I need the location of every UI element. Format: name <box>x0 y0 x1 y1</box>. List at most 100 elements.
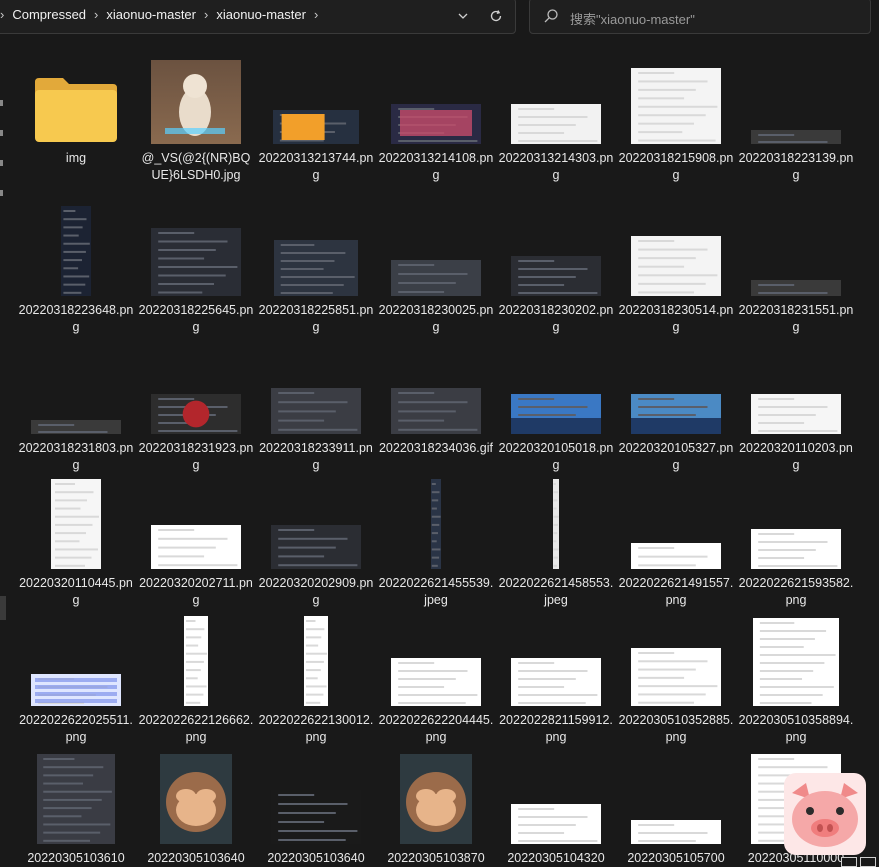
search-input[interactable]: 搜索"xiaonuo-master" <box>570 9 695 28</box>
file-item[interactable]: 20220318230202.png <box>498 202 614 342</box>
file-item[interactable]: 20220313214108.png <box>378 50 494 190</box>
file-item[interactable]: 20220305103870 <box>378 750 494 867</box>
file-item[interactable]: 20220318225645.png <box>138 202 254 342</box>
details-view-icon[interactable] <box>841 857 857 867</box>
file-item[interactable]: 20220305103610 <box>18 750 134 867</box>
file-item[interactable]: 20220318225851.png <box>258 202 374 342</box>
pig-sticker <box>784 773 866 855</box>
file-item[interactable]: 2022022621593582.png <box>738 475 854 615</box>
image-thumbnail <box>751 280 841 296</box>
file-item[interactable]: 20220318223648.png <box>18 202 134 342</box>
file-item[interactable]: 20220318231803.png <box>18 340 134 480</box>
breadcrumb-item[interactable]: xiaonuo-master <box>106 7 196 22</box>
file-item[interactable]: 20220320110203.png <box>738 340 854 480</box>
nav-pane-edge <box>0 160 4 166</box>
nav-pane-edge <box>0 190 4 196</box>
file-item[interactable]: 2022022621491557.png <box>618 475 734 615</box>
image-thumbnail <box>751 529 841 569</box>
file-item[interactable]: 20220305105700 <box>618 750 734 867</box>
file-name: 2022022621458553.jpeg <box>498 576 614 607</box>
file-name: @_VS(@2{(NR)BQUE}6LSDH0.jpg <box>141 151 251 182</box>
file-name: 20220318231803.png <box>18 441 134 472</box>
file-item[interactable]: 2022030510352885.png <box>618 612 734 752</box>
file-item[interactable]: @_VS(@2{(NR)BQUE}6LSDH0.jpg <box>138 50 254 190</box>
chevron-right-icon: › <box>204 7 209 22</box>
image-thumbnail <box>31 420 121 434</box>
file-item[interactable]: 2022022622126662.png <box>138 612 254 752</box>
file-name: 2022030510358894.png <box>738 713 854 744</box>
image-thumbnail <box>151 60 241 144</box>
file-name: 20220318223139.png <box>738 151 854 182</box>
file-name: 20220320105018.png <box>498 441 614 472</box>
file-item[interactable]: 20220318233911.png <box>258 340 374 480</box>
image-thumbnail <box>400 754 472 844</box>
file-item[interactable]: 20220320202711.png <box>138 475 254 615</box>
image-thumbnail <box>274 240 358 296</box>
file-name: 20220318215908.png <box>618 151 734 182</box>
file-item[interactable]: 2022022821159912.png <box>498 612 614 752</box>
file-name: 20220320110445.png <box>19 576 133 607</box>
file-item[interactable]: 20220318234036.gif <box>378 340 494 480</box>
file-item[interactable]: 20220313213744.png <box>258 50 374 190</box>
file-item[interactable]: 20220318231551.png <box>738 202 854 342</box>
file-item[interactable]: 2022022622025511.png <box>18 612 134 752</box>
file-name: 20220320202711.png <box>139 576 253 607</box>
file-name: 20220318231551.png <box>738 303 854 334</box>
file-item[interactable]: 2022022621455539.jpeg <box>378 475 494 615</box>
file-name: 20220318225645.png <box>138 303 254 334</box>
file-item[interactable]: 20220320202909.png <box>258 475 374 615</box>
folder-item[interactable]: img <box>18 50 134 190</box>
image-thumbnail <box>51 479 101 569</box>
file-item[interactable]: 2022022621458553.jpeg <box>498 475 614 615</box>
chevron-right-icon[interactable]: › <box>314 7 318 22</box>
image-thumbnail <box>751 394 841 434</box>
file-name: 20220313214303.png <box>498 151 614 182</box>
image-thumbnail <box>151 525 241 569</box>
file-name: 20220318223648.png <box>18 303 134 334</box>
image-thumbnail <box>631 820 721 844</box>
refresh-icon[interactable] <box>485 5 507 27</box>
file-item[interactable]: 20220318231923.png <box>138 340 254 480</box>
file-name: 20220305103610 <box>27 851 125 865</box>
nav-pane-edge <box>0 100 4 106</box>
image-thumbnail <box>511 256 601 296</box>
file-item[interactable]: 20220305103640 <box>258 750 374 867</box>
file-name: 20220318231923.png <box>138 441 254 472</box>
file-item[interactable]: 20220318223139.png <box>738 50 854 190</box>
file-name: 20220320202909.png <box>258 576 374 607</box>
breadcrumb-item[interactable]: xiaonuo-master <box>216 7 306 22</box>
file-name: 2022022621455539.jpeg <box>378 576 494 607</box>
tiles-view-icon[interactable] <box>860 857 876 867</box>
chevron-down-icon[interactable] <box>452 5 474 27</box>
file-name: 2022022622130012.png <box>258 713 374 744</box>
file-item[interactable]: 20220318215908.png <box>618 50 734 190</box>
file-name: 2022022622025511.png <box>19 713 133 744</box>
breadcrumb-item[interactable]: Compressed <box>12 7 86 22</box>
file-item[interactable]: 20220320110445.png <box>18 475 134 615</box>
file-item[interactable]: 20220313214303.png <box>498 50 614 190</box>
file-item[interactable]: 20220318230514.png <box>618 202 734 342</box>
file-item[interactable]: 20220305103640 <box>138 750 254 867</box>
image-thumbnail <box>511 658 601 706</box>
file-name: 2022022622204445.png <box>378 713 494 744</box>
image-thumbnail <box>273 110 359 144</box>
address-bar[interactable]: › Compressed › xiaonuo-master › xiaonuo-… <box>0 0 516 34</box>
file-item[interactable]: 20220320105327.png <box>618 340 734 480</box>
image-thumbnail <box>151 394 241 434</box>
file-item[interactable]: 20220318230025.png <box>378 202 494 342</box>
file-item[interactable]: 2022030510358894.png <box>738 612 854 752</box>
image-thumbnail <box>511 804 601 844</box>
image-thumbnail <box>631 68 721 144</box>
image-thumbnail <box>631 394 721 434</box>
file-item[interactable]: 2022022622130012.png <box>258 612 374 752</box>
nav-pane-scrollbar[interactable] <box>0 596 6 620</box>
file-item[interactable]: 20220320105018.png <box>498 340 614 480</box>
image-thumbnail <box>391 260 481 296</box>
file-name: 2022022622126662.png <box>138 713 254 744</box>
chevron-right-icon: › <box>94 7 99 22</box>
folder-icon <box>33 74 119 144</box>
file-name: 20220320110203.png <box>739 441 853 472</box>
file-item[interactable]: 2022022622204445.png <box>378 612 494 752</box>
search-box[interactable]: 搜索"xiaonuo-master" <box>529 0 871 34</box>
file-item[interactable]: 20220305104320 <box>498 750 614 867</box>
